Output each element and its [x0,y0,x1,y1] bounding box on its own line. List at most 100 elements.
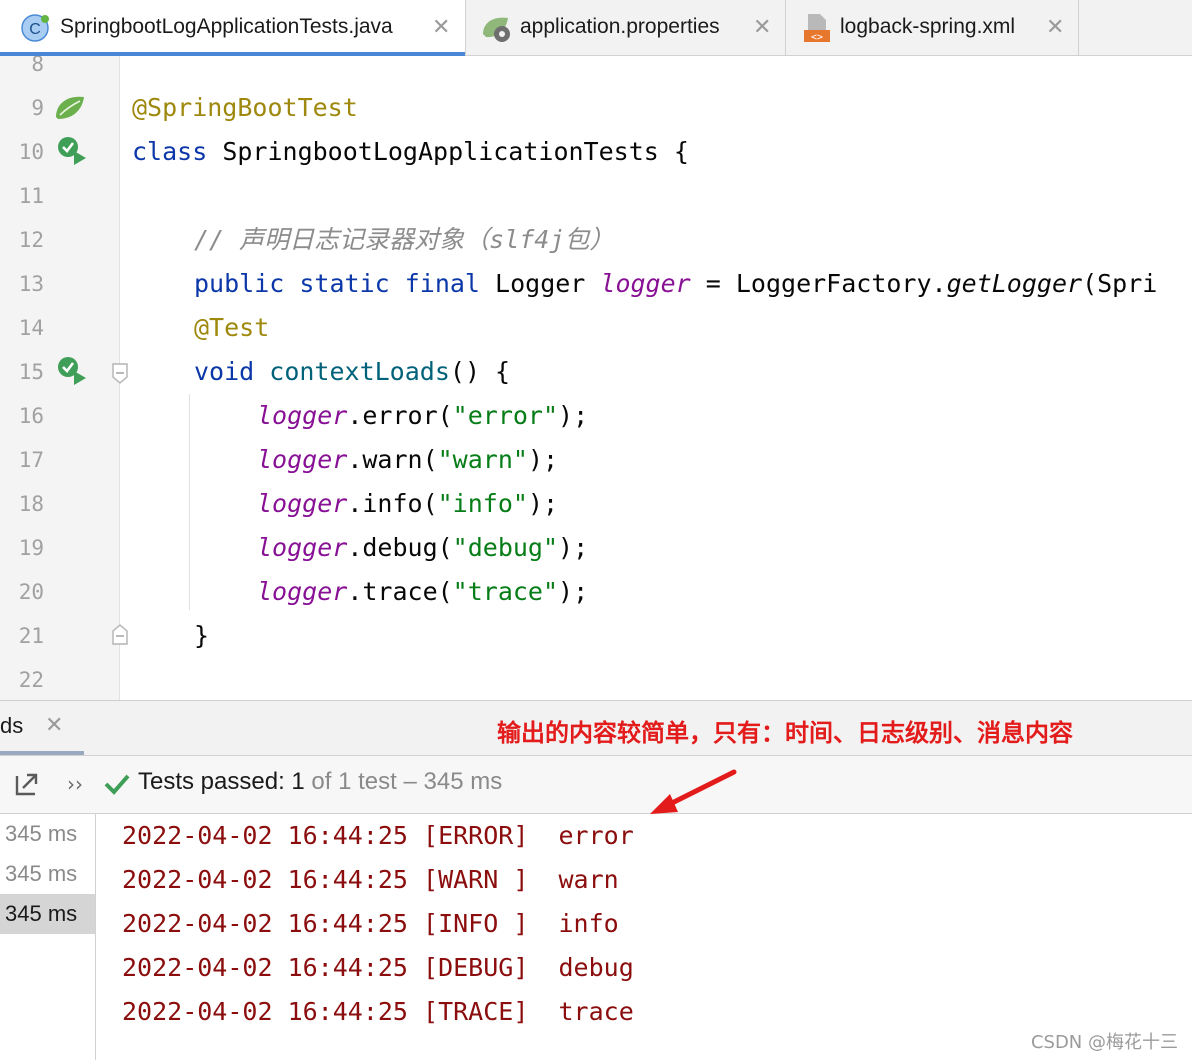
log-line: 2022-04-02 16:44:25 [INFO ] info [122,909,619,938]
code-line: @SpringBootTest [132,86,358,130]
class-name-token: SpringbootLogApplicationTests { [207,137,689,166]
line-number: 11 [18,184,44,208]
comment-token: // 声明日志记录器对象（slf4j包） [194,225,615,254]
annotation-token: @Test [194,313,270,342]
code-token: .warn( [347,445,438,474]
keyword-token: public static final [194,269,480,298]
code-editor[interactable]: 8 9 10 11 12 13 14 15 16 17 18 19 20 21 … [0,56,1192,700]
code-line: logger.error("error"); [257,394,588,438]
field-token: logger [257,489,348,518]
test-results-tree: 345 ms 345 ms 345 ms [0,814,96,1060]
tab-label: application.properties [520,15,720,38]
tab-logback-spring-xml[interactable]: <> logback-spring.xml ✕ [786,0,1079,55]
fold-end-icon[interactable] [110,622,130,646]
code-token: .error( [347,401,453,430]
xml-file-icon: <> [804,14,830,43]
close-icon[interactable]: ✕ [753,16,771,38]
method-token: getLogger [946,269,1083,298]
string-token: "warn" [437,445,528,474]
tab-label: logback-spring.xml [840,15,1016,38]
code-line: public static final Logger logger = Logg… [194,262,1157,306]
close-icon[interactable]: ✕ [1046,16,1064,38]
editor-tab-bar: C SpringbootLogApplicationTests.java ✕ a… [0,0,1192,56]
keyword-token: void [194,357,255,386]
test-runner-toolbar: ›› Tests passed: 1 of 1 test – 345 ms [0,756,1192,814]
run-tab-label[interactable]: ds [0,713,23,739]
svg-text:<>: <> [811,32,823,43]
watermark: CSDN @梅花十三 [1030,1032,1178,1053]
line-number: 9 [31,96,44,120]
line-number: 8 [31,56,44,76]
annotation-note: 输出的内容较简单，只有：时间、日志级别、消息内容 [497,719,1073,747]
tests-passed-status: Tests passed: 1 of 1 test – 345 ms [138,768,502,796]
log-line: 2022-04-02 16:44:25 [DEBUG] debug [122,953,634,982]
type-token: Logger [479,269,601,298]
code-token: ); [558,533,589,562]
log-line: 2022-04-02 16:44:25 [WARN ] warn [122,865,619,894]
code-line: void contextLoads() { [194,350,510,394]
line-number: 12 [18,228,44,252]
line-number: 20 [18,580,44,604]
keyword-token: class [132,137,208,166]
run-test-icon[interactable] [56,355,88,387]
field-token: logger [257,401,348,430]
code-token: .trace( [347,577,453,606]
run-tab-active-indicator [0,751,84,755]
code-token: ); [558,401,589,430]
close-icon[interactable]: ✕ [45,713,63,738]
more-chevron-icon[interactable]: ›› [67,772,83,796]
code-token: = LoggerFactory. [690,269,947,298]
test-duration-selected[interactable]: 345 ms [0,894,95,934]
svg-text:C: C [29,21,41,38]
line-number: 18 [18,492,44,516]
code-line: class SpringbootLogApplicationTests { [132,130,689,174]
string-token: "debug" [452,533,559,562]
code-line: logger.warn("warn"); [257,438,558,482]
code-token: .debug( [347,533,453,562]
annotation-arrow [650,769,737,814]
tests-passed-detail: of 1 test – 345 ms [304,768,503,795]
log-line: 2022-04-02 16:44:25 [TRACE] trace [122,997,634,1026]
code-line: @Test [194,306,269,350]
code-line: logger.debug("debug"); [257,526,588,570]
code-token: ); [527,445,559,474]
console-output[interactable]: 2022-04-02 16:44:25 [ERROR] error 2022-0… [96,814,1192,1060]
code-token: ); [558,577,589,606]
code-token: ); [527,489,559,518]
code-token: } [194,621,210,650]
line-number: 19 [18,536,44,560]
tab-application-properties[interactable]: application.properties ✕ [466,0,786,55]
close-icon[interactable]: ✕ [432,16,450,38]
field-token: logger [257,445,348,474]
code-line: logger.trace("trace"); [257,570,588,614]
spring-leaf-icon[interactable] [54,93,86,121]
fold-collapse-icon[interactable] [110,362,130,386]
string-token: "trace" [452,577,559,606]
code-text-area[interactable]: @SpringBootTest class SpringbootLogAppli… [132,56,1192,700]
code-line: } [194,614,209,658]
code-token: (Spri [1082,269,1158,298]
expand-panel-icon[interactable] [14,771,40,797]
properties-file-icon [483,17,510,42]
java-class-icon: C [21,14,49,42]
line-number: 17 [18,448,44,472]
run-test-icon[interactable] [56,135,88,167]
line-number: 10 [18,140,44,164]
log-line: 2022-04-02 16:44:25 [ERROR] error [122,821,634,850]
tab-springboot-log-application-tests[interactable]: C SpringbootLogApplicationTests.java ✕ [0,0,466,56]
annotation-token: @SpringBootTest [132,93,358,122]
test-duration[interactable]: 345 ms [0,854,95,894]
code-line: logger.info("info"); [257,482,558,526]
string-token: "error" [452,401,559,430]
field-token: logger [600,269,691,298]
field-token: logger [257,577,348,606]
code-token: .info( [347,489,438,518]
field-token: logger [257,533,348,562]
line-number: 16 [18,404,44,428]
line-number-gutter: 8 9 10 11 12 13 14 15 16 17 18 19 20 21 … [0,56,128,700]
check-icon [104,774,130,795]
method-token: contextLoads [254,357,450,386]
string-token: "info" [437,489,528,518]
test-duration[interactable]: 345 ms [0,814,95,854]
code-line: // 声明日志记录器对象（slf4j包） [194,218,614,262]
